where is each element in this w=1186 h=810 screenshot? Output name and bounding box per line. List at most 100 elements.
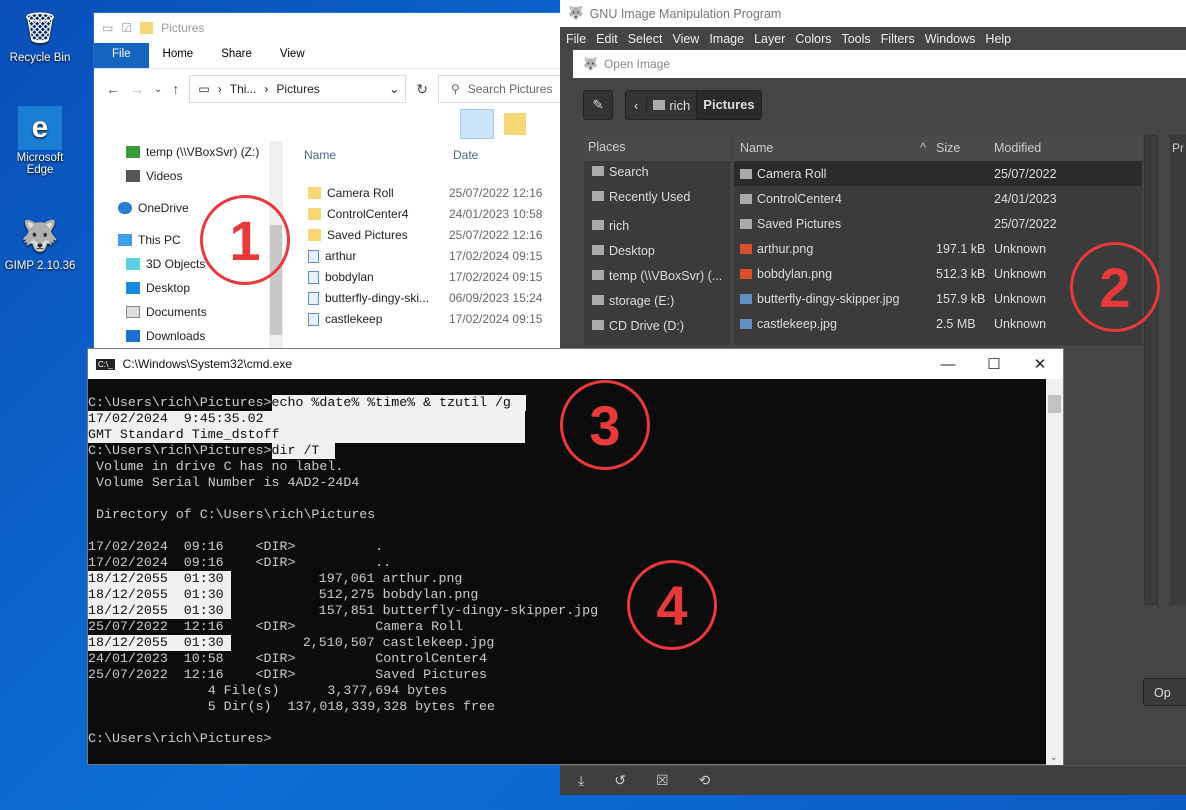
reset-icon[interactable]: ⟲ xyxy=(699,772,711,789)
up-icon[interactable]: ↑ xyxy=(172,81,179,97)
folder-icon[interactable] xyxy=(140,22,154,34)
image-file-icon xyxy=(740,293,752,304)
menu-edit[interactable]: Edit xyxy=(596,32,618,46)
type-location-button[interactable]: ✎ xyxy=(583,90,613,120)
tab-file[interactable]: File xyxy=(94,43,149,68)
chevron-down-icon[interactable]: ⌄ xyxy=(389,82,405,96)
desktop-icon-recycle-bin[interactable]: 🗑 Recycle Bin xyxy=(4,6,76,65)
open-button[interactable]: Op xyxy=(1143,678,1186,706)
save-icon[interactable]: ⤓ xyxy=(578,772,584,789)
menu-view[interactable]: View xyxy=(672,32,699,46)
terminal-line: Volume in drive C has no label. xyxy=(88,459,344,474)
desktop-icon-edge[interactable]: e Microsoft Edge xyxy=(4,106,76,176)
tab-share[interactable]: Share xyxy=(207,43,266,68)
file-row[interactable]: Saved Pictures 25/07/2022 12:16 xyxy=(304,225,542,245)
recent-dropdown-icon[interactable]: ⌄ xyxy=(154,84,162,95)
menu-select[interactable]: Select xyxy=(628,32,663,46)
undo-icon[interactable]: ↺ xyxy=(614,772,626,789)
back-icon[interactable]: ← xyxy=(106,81,120,97)
selected-text: 18/12/2055 01:30 xyxy=(88,603,231,619)
properties-icon[interactable]: ☑ xyxy=(121,21,132,35)
annotation-circle-3: 3 xyxy=(560,380,650,470)
terminal-scrollbar[interactable]: ⌄ xyxy=(1046,379,1063,765)
menu-filters[interactable]: Filters xyxy=(881,32,915,46)
file-row[interactable]: ControlCenter4 24/01/2023 10:58 xyxy=(304,204,542,224)
terminal-line: 25/07/2022 12:16 <DIR> Saved Pictures xyxy=(88,667,487,682)
forward-icon[interactable]: → xyxy=(130,81,144,97)
recycle-bin-icon: 🗑 xyxy=(20,11,60,45)
selected-text: dir /T xyxy=(271,443,335,459)
recent-icon xyxy=(592,191,604,201)
place-item[interactable]: rich xyxy=(592,219,629,233)
file-row[interactable]: bobdylan 17/02/2024 09:15 xyxy=(304,267,542,287)
place-item[interactable]: temp (\\VBoxSvr) (... xyxy=(592,269,722,283)
file-row[interactable]: castlekeep 17/02/2024 09:15 xyxy=(304,309,542,329)
desktop-icon-gimp[interactable]: 🐺 GIMP 2.10.36 xyxy=(4,214,76,273)
terminal-line: 17/02/2024 09:16 <DIR> . xyxy=(88,539,384,554)
tab-view[interactable]: View xyxy=(266,43,319,68)
drive-icon xyxy=(592,295,604,305)
crumb-pictures[interactable]: Pictures xyxy=(696,91,761,119)
column-modified[interactable]: Modified xyxy=(990,141,1140,155)
nav-item-temp[interactable]: temp (\\VBoxSvr) (Z:) xyxy=(126,145,259,159)
place-item[interactable]: Desktop xyxy=(592,244,655,258)
pc-icon: ▭ xyxy=(198,82,210,96)
file-row[interactable]: arthur 17/02/2024 09:15 xyxy=(304,246,542,266)
menu-image[interactable]: Image xyxy=(709,32,744,46)
file-row[interactable]: ControlCenter4 24/01/2023 xyxy=(734,186,1142,211)
menu-colors[interactable]: Colors xyxy=(795,32,831,46)
nav-item-downloads[interactable]: Downloads xyxy=(126,329,205,343)
menu-layer[interactable]: Layer xyxy=(754,32,785,46)
nav-item-3d-objects[interactable]: 3D Objects xyxy=(126,257,205,271)
place-item[interactable]: Recently Used xyxy=(592,190,690,204)
terminal-line: 18/12/2055 01:30 512,275 bobdylan.png xyxy=(88,587,479,603)
selected-text: 18/12/2055 01:30 xyxy=(88,635,231,651)
close-button[interactable]: ✕ xyxy=(1017,349,1063,379)
column-name[interactable]: Name xyxy=(304,148,449,162)
menu-tools[interactable]: Tools xyxy=(841,32,870,46)
folder-icon xyxy=(308,187,321,199)
place-item[interactable]: storage (E:) xyxy=(592,294,674,308)
terminal-output[interactable]: C:\Users\rich\Pictures> echo %date% %time… xyxy=(88,379,598,747)
file-row[interactable]: Saved Pictures 25/07/2022 xyxy=(734,211,1142,236)
column-date[interactable]: Date xyxy=(449,148,478,162)
nav-item-videos[interactable]: Videos xyxy=(126,169,182,183)
preview-pane-button[interactable] xyxy=(460,109,494,139)
gimp-logo-icon: 🐺 xyxy=(568,6,584,20)
address-bar[interactable]: ▭ › Thi... › Pictures ⌄ xyxy=(189,75,407,103)
window-title: Pictures xyxy=(161,21,205,35)
select-folder-icon[interactable] xyxy=(504,113,526,135)
search-input[interactable]: ⚲ Search Pictures xyxy=(437,75,562,103)
nav-item-this-pc[interactable]: This PC xyxy=(118,233,181,247)
file-row[interactable]: Camera Roll 25/07/2022 xyxy=(734,161,1142,186)
folder-icon xyxy=(740,168,752,179)
file-row[interactable]: butterfly-dingy-ski... 06/09/2023 15:24 xyxy=(304,288,542,308)
menu-help[interactable]: Help xyxy=(985,32,1011,46)
selected-text: GMT Standard Time_dstoff xyxy=(88,427,525,443)
image-file-icon xyxy=(308,270,319,284)
terminal-line: Volume Serial Number is 4AD2-24D4 xyxy=(88,475,360,490)
minimize-button[interactable]: — xyxy=(925,349,971,379)
back-icon[interactable]: ‹ xyxy=(626,98,646,113)
tab-home[interactable]: Home xyxy=(149,43,208,68)
search-icon: ⚲ xyxy=(450,82,460,96)
cmd-icon: C:\_ xyxy=(96,358,115,370)
bottom-toolbar: ⤓ ↺ ☒ ⟲ xyxy=(560,765,1186,795)
nav-item-onedrive[interactable]: OneDrive xyxy=(118,201,189,215)
place-item[interactable]: Search xyxy=(592,165,649,179)
nav-item-desktop[interactable]: Desktop xyxy=(126,281,190,295)
search-icon xyxy=(592,166,604,176)
column-name[interactable]: Name ^ xyxy=(734,141,932,155)
menu-windows[interactable]: Windows xyxy=(925,32,976,46)
menu-file[interactable]: File xyxy=(566,32,586,46)
crumb-rich[interactable]: rich xyxy=(646,97,696,113)
image-file-icon xyxy=(308,291,319,305)
maximize-button[interactable]: ☐ xyxy=(971,349,1017,379)
file-row[interactable]: Camera Roll 25/07/2022 12:16 xyxy=(304,183,542,203)
column-size[interactable]: Size xyxy=(932,141,990,155)
delete-icon[interactable]: ☒ xyxy=(656,772,669,789)
nav-item-documents[interactable]: Documents xyxy=(126,305,207,319)
refresh-icon[interactable]: ↻ xyxy=(416,81,428,98)
place-item[interactable]: CD Drive (D:) xyxy=(592,319,684,333)
file-list-scrollbar[interactable] xyxy=(1144,135,1158,605)
